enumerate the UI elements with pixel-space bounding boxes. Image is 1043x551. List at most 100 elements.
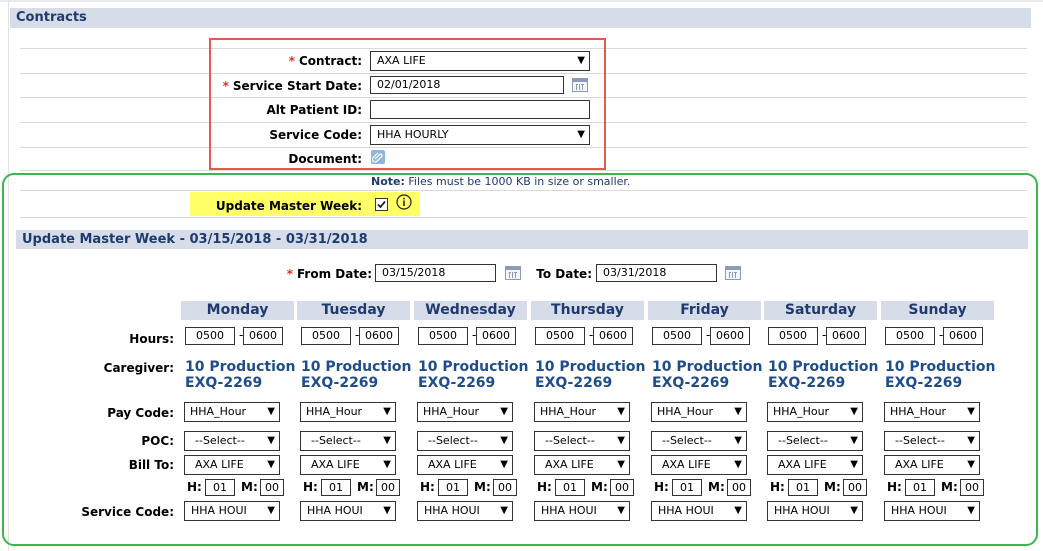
day-header-monday: Monday [181,301,294,320]
day-header-saturday: Saturday [764,301,877,320]
calendar-icon[interactable] [572,78,588,92]
poc-select[interactable]: --Select-- ▼ [300,431,396,451]
chevron-down-icon: ▼ [967,406,975,417]
chevron-down-icon: ▼ [383,459,391,470]
from-date-input[interactable]: 03/15/2018 [375,264,496,282]
paperclip-icon[interactable] [371,150,385,164]
caregiver-link[interactable]: 10 Production EXQ-2269 [535,359,646,391]
hours-start-input[interactable]: 0500 [885,327,935,345]
caregiver-link[interactable]: 10 Production EXQ-2269 [185,359,296,391]
hours-start-input[interactable]: 0500 [301,327,351,345]
info-icon[interactable] [396,194,412,210]
caregiver-link[interactable]: 10 Production EXQ-2269 [418,359,529,391]
hours-end-input[interactable]: 0600 [826,327,866,345]
caregiver-label: Caregiver: [103,361,174,375]
m-input[interactable]: 00 [493,479,517,496]
h-input[interactable]: 01 [672,479,702,496]
bill-to-select[interactable]: AXA LIFE ▼ [767,455,863,475]
service-code-row-label: Service Code: [81,505,174,519]
pay-code-select[interactable]: HHA_Hour ▼ [534,402,630,422]
h-input[interactable]: 01 [788,479,818,496]
to-date-input[interactable]: 03/31/2018 [596,264,717,282]
contracts-header: Contracts [10,8,1031,28]
pay-code-select[interactable]: HHA_Hour ▼ [300,402,396,422]
contract-label: * Contract: [288,54,362,68]
poc-select[interactable]: --Select-- ▼ [534,431,630,451]
h-label: H: [187,480,202,494]
hours-start-input[interactable]: 0500 [535,327,585,345]
service-code-day-select[interactable]: HHA HOUI ▼ [300,501,396,521]
service-code-day-select[interactable]: HHA HOUI ▼ [534,501,630,521]
pay-code-select[interactable]: HHA_Hour ▼ [417,402,513,422]
hours-end-input[interactable]: 0600 [476,327,516,345]
from-date-label: * From Date: [286,267,372,281]
bill-to-select[interactable]: AXA LIFE ▼ [651,455,747,475]
master-week-title: Update Master Week - 03/15/2018 - 03/31/… [22,232,368,247]
service-code-day-select[interactable]: HHA HOUI ▼ [184,501,280,521]
chevron-down-icon: ▼ [577,129,585,140]
hours-end-input[interactable]: 0600 [359,327,399,345]
hours-start-input[interactable]: 0500 [418,327,468,345]
hours-start-input[interactable]: 0500 [768,327,818,345]
poc-select[interactable]: --Select-- ▼ [651,431,747,451]
bill-to-select[interactable]: AXA LIFE ▼ [417,455,513,475]
chevron-down-icon: ▼ [500,435,508,446]
day-header-tuesday: Tuesday [297,301,410,320]
chevron-down-icon: ▼ [734,406,742,417]
m-input[interactable]: 00 [843,479,867,496]
poc-select[interactable]: --Select-- ▼ [767,431,863,451]
poc-select[interactable]: --Select-- ▼ [884,431,980,451]
pay-code-select[interactable]: HHA_Hour ▼ [884,402,980,422]
caregiver-link[interactable]: 10 Production EXQ-2269 [652,359,763,391]
h-input[interactable]: 01 [555,479,585,496]
service-code-select[interactable]: HHA HOURLY ▼ [370,125,590,145]
pay-code-select[interactable]: HHA_Hour ▼ [767,402,863,422]
alt-patient-input[interactable] [370,100,590,119]
chevron-down-icon: ▼ [383,406,391,417]
h-input[interactable]: 01 [321,479,351,496]
update-master-week-label: Update Master Week: [215,199,362,213]
row-separator [20,170,1027,171]
pay-code-select[interactable]: HHA_Hour ▼ [651,402,747,422]
bill-to-select[interactable]: AXA LIFE ▼ [884,455,980,475]
pay-code-select[interactable]: HHA_Hour ▼ [184,402,280,422]
m-input[interactable]: 00 [376,479,400,496]
calendar-icon[interactable] [505,266,521,280]
poc-select[interactable]: --Select-- ▼ [184,431,280,451]
h-label: H: [887,480,902,494]
h-input[interactable]: 01 [205,479,235,496]
h-input[interactable]: 01 [438,479,468,496]
contract-select[interactable]: AXA LIFE ▼ [370,51,590,71]
caregiver-link[interactable]: 10 Production EXQ-2269 [768,359,879,391]
hours-end-input[interactable]: 0600 [243,327,283,345]
h-label: H: [770,480,785,494]
h-label: H: [420,480,435,494]
service-code-day-select[interactable]: HHA HOUI ▼ [417,501,513,521]
m-input[interactable]: 00 [610,479,634,496]
hours-end-input[interactable]: 0600 [710,327,750,345]
h-input[interactable]: 01 [905,479,935,496]
hours-start-input[interactable]: 0500 [652,327,702,345]
chevron-down-icon: ▼ [850,505,858,516]
service-code-day-select[interactable]: HHA HOUI ▼ [884,501,980,521]
service-code-day-select[interactable]: HHA HOUI ▼ [651,501,747,521]
m-input[interactable]: 00 [260,479,284,496]
bill-to-select[interactable]: AXA LIFE ▼ [300,455,396,475]
calendar-icon[interactable] [725,266,741,280]
service-code-day-select[interactable]: HHA HOUI ▼ [767,501,863,521]
poc-select[interactable]: --Select-- ▼ [417,431,513,451]
caregiver-link[interactable]: 10 Production EXQ-2269 [301,359,412,391]
hours-label: Hours: [129,332,174,346]
bill-to-select[interactable]: AXA LIFE ▼ [534,455,630,475]
update-master-week-checkbox[interactable] [375,198,388,211]
service-start-input[interactable]: 02/01/2018 [370,76,564,94]
bill-to-select[interactable]: AXA LIFE ▼ [184,455,280,475]
hours-start-input[interactable]: 0500 [185,327,235,345]
to-date-label: To Date: [536,267,592,281]
hours-end-input[interactable]: 0600 [943,327,983,345]
m-label: M: [708,480,725,494]
hours-end-input[interactable]: 0600 [593,327,633,345]
caregiver-link[interactable]: 10 Production EXQ-2269 [885,359,996,391]
m-input[interactable]: 00 [727,479,751,496]
m-input[interactable]: 00 [960,479,984,496]
